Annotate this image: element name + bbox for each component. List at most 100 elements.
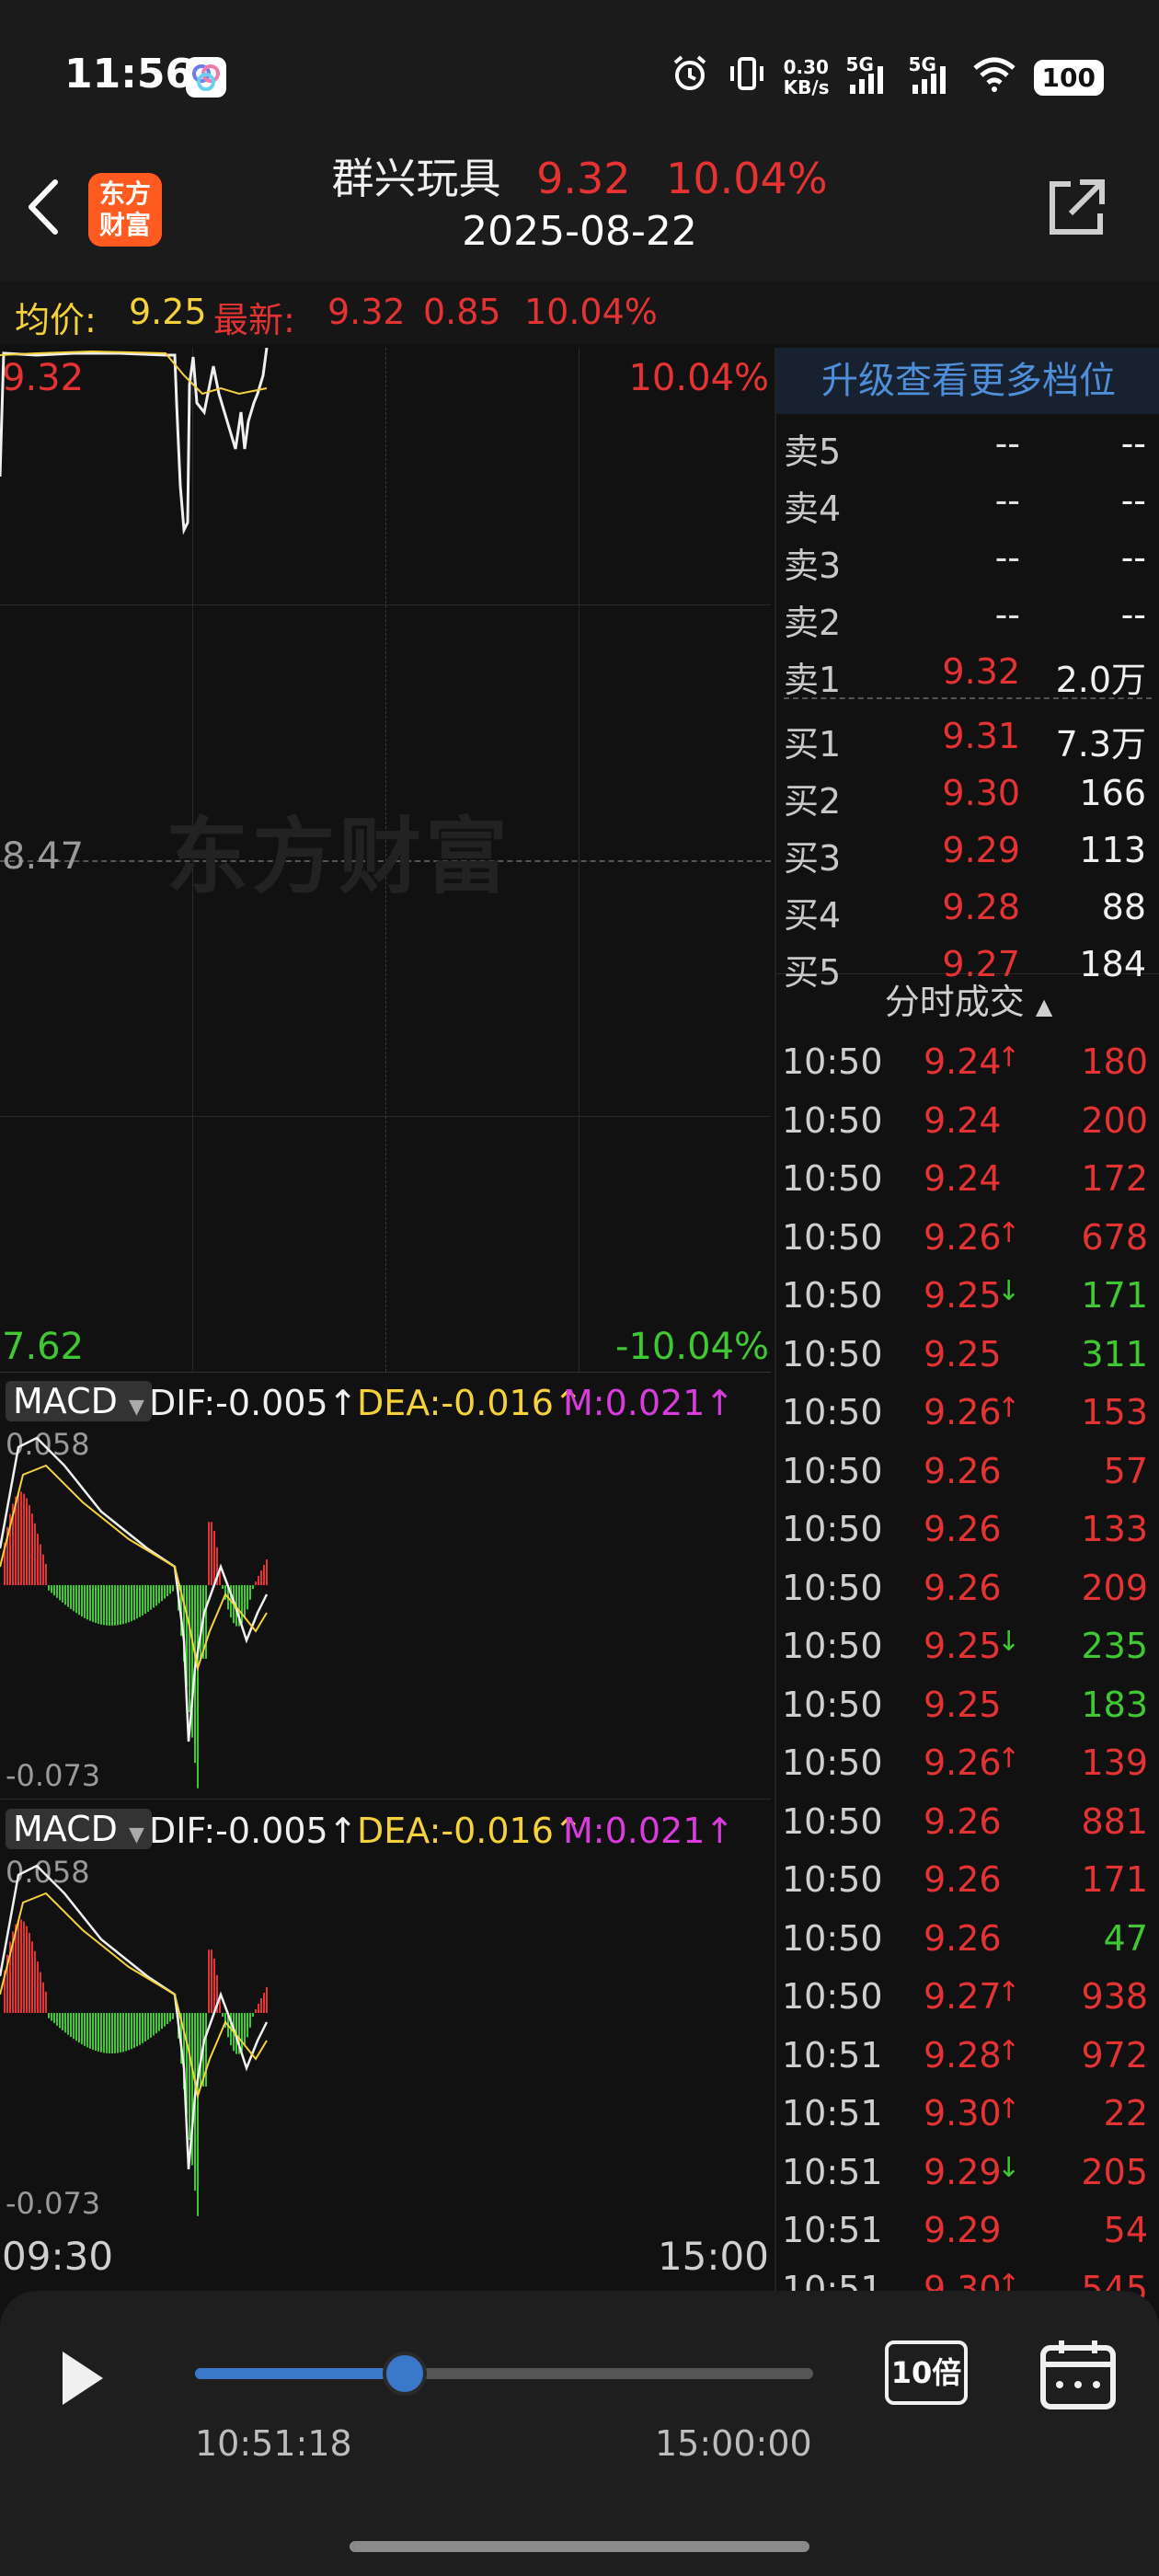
trade-price: 9.26 <box>924 1450 1002 1491</box>
ask-row-4[interactable]: 卖1 9.32 2.0万 <box>776 646 1153 700</box>
play-icon[interactable] <box>55 2346 110 2410</box>
trade-price: 9.24 <box>924 1158 1002 1199</box>
macd-bar <box>86 1585 88 1620</box>
trade-volume: 200 <box>1081 1099 1148 1141</box>
bid-row-3[interactable]: 买4 9.28 88 <box>776 881 1153 936</box>
up-arrow-icon: ↑ <box>997 1392 1021 1424</box>
playback-track[interactable] <box>195 2368 813 2379</box>
chart-panel[interactable]: 东方财富 9.32 10.04% 8.47 7.62 -10.04% MACD … <box>0 348 771 2291</box>
upgrade-more-levels-button[interactable]: 升级查看更多档位 <box>776 348 1159 414</box>
macd-bar <box>109 1585 110 1626</box>
macd-panel-1[interactable]: MACD ▼ DIF:-0.005↑ DEA:-0.016↑ M:0.021↑ … <box>0 1374 771 1800</box>
trade-row[interactable]: 10:51 9.29 ↓ 205 <box>776 2146 1153 2198</box>
macd-bar <box>73 2013 75 2040</box>
speed-button[interactable]: 10倍 <box>885 2340 968 2405</box>
trade-row[interactable]: 10:50 9.24 200 <box>776 1095 1153 1146</box>
trade-volume: 172 <box>1081 1158 1148 1199</box>
trade-row[interactable]: 10:50 9.25 ↓ 235 <box>776 1620 1153 1672</box>
trade-row[interactable]: 10:50 9.26 57 <box>776 1445 1153 1497</box>
trade-price: 9.26 <box>924 1859 1002 1900</box>
macd-bar <box>64 2013 66 2033</box>
playback-current-time: 10:51:18 <box>195 2423 352 2464</box>
macd-bar <box>172 1585 174 1592</box>
ask-price: -- <box>994 594 1020 635</box>
macd-bar <box>53 1585 55 1596</box>
trade-row[interactable]: 10:50 9.26 881 <box>776 1796 1153 1847</box>
trade-row[interactable]: 10:50 9.26 47 <box>776 1913 1153 1964</box>
status-time: 11:56 <box>64 51 194 98</box>
macd-bar <box>211 1522 212 1585</box>
trade-time: 10:51 <box>782 2151 883 2192</box>
trade-row[interactable]: 10:50 9.26 ↑ 139 <box>776 1737 1153 1788</box>
macd-bar <box>258 1576 259 1585</box>
macd-bar <box>208 1522 210 1585</box>
macd-bar <box>53 2013 55 2024</box>
macd-bar <box>89 1585 91 1621</box>
trade-time: 10:50 <box>782 1392 883 1432</box>
bid-label: 买3 <box>784 838 842 879</box>
trade-row[interactable]: 10:50 9.25 ↓ 171 <box>776 1270 1153 1321</box>
playback-thumb[interactable] <box>383 2352 428 2396</box>
stock-date[interactable]: 2025-08-22 <box>0 208 1159 255</box>
trade-time: 10:50 <box>782 1450 883 1491</box>
net-speed-unit: KB/s <box>783 76 830 98</box>
macd-bar <box>144 1585 146 1614</box>
ask-row-3[interactable]: 卖2 -- -- <box>776 589 1153 643</box>
macd-bar <box>166 1585 168 1597</box>
trade-row[interactable]: 10:51 9.28 ↑ 972 <box>776 2030 1153 2081</box>
trade-row[interactable]: 10:50 9.26 ↑ 678 <box>776 1212 1153 1263</box>
dropdown-icon: ▼ <box>129 1823 144 1846</box>
macd-panel-2[interactable]: MACD ▼ DIF:-0.005↑ DEA:-0.016↑ M:0.021↑ … <box>0 1801 771 2230</box>
sort-up-icon: ▲ <box>1035 994 1053 1019</box>
macd-bar <box>213 1958 215 2013</box>
trade-row[interactable]: 10:50 9.24 172 <box>776 1153 1153 1204</box>
macd-bar <box>169 2013 171 2022</box>
down-arrow-icon: ↓ <box>997 1275 1021 1307</box>
trade-price: 9.26 <box>924 1392 1002 1432</box>
macd-bar <box>255 1581 257 1585</box>
macd-bar <box>150 1585 152 1610</box>
macd-bar <box>95 1585 97 1624</box>
trade-row[interactable]: 10:50 9.25 183 <box>776 1679 1153 1731</box>
trade-row[interactable]: 10:51 9.29 54 <box>776 2204 1153 2256</box>
macd-1-selector[interactable]: MACD ▼ <box>6 1381 152 1421</box>
macd-bar <box>23 1493 25 1585</box>
ask-row-2[interactable]: 卖3 -- -- <box>776 532 1153 586</box>
macd-bar <box>23 1921 25 2013</box>
trade-row[interactable]: 10:50 9.26 209 <box>776 1562 1153 1614</box>
share-icon[interactable] <box>1039 171 1113 245</box>
trade-row[interactable]: 10:50 9.26 ↑ 153 <box>776 1386 1153 1438</box>
macd-bar <box>260 1570 262 1585</box>
trade-time: 10:50 <box>782 1567 883 1608</box>
trade-volume: 205 <box>1081 2151 1148 2192</box>
macd-bar <box>98 2013 99 2053</box>
ask-row-0[interactable]: 卖5 -- -- <box>776 418 1153 472</box>
macd-bar <box>17 1920 19 2013</box>
macd-2-header: MACD ▼ DIF:-0.005↑ DEA:-0.016↑ M:0.021↑ <box>0 1801 771 1862</box>
macd-bar <box>263 1565 265 1585</box>
macd-2-dif: DIF:-0.005↑ <box>149 1811 358 1851</box>
bid-row-2[interactable]: 买3 9.29 113 <box>776 824 1153 879</box>
bid-row-0[interactable]: 买1 9.31 7.3万 <box>776 710 1153 765</box>
trade-row[interactable]: 10:50 9.26 171 <box>776 1854 1153 1905</box>
home-indicator[interactable] <box>350 2541 809 2552</box>
trade-row[interactable]: 10:50 9.25 311 <box>776 1328 1153 1380</box>
up-arrow-icon: ↑ <box>997 2034 1021 2067</box>
macd-bar <box>95 2013 97 2052</box>
macd-2-selector[interactable]: MACD ▼ <box>6 1809 152 1849</box>
macd-bar <box>249 1585 251 1600</box>
trade-row[interactable]: 10:50 9.26 133 <box>776 1503 1153 1555</box>
ask-row-1[interactable]: 卖4 -- -- <box>776 475 1153 529</box>
trade-row[interactable]: 10:50 9.27 ↑ 938 <box>776 1971 1153 2022</box>
macd-bar <box>17 1492 19 1585</box>
macd-bar <box>103 1585 105 1626</box>
macd-bar <box>247 2013 248 2038</box>
bid-row-1[interactable]: 买2 9.30 166 <box>776 767 1153 822</box>
trade-row[interactable]: 10:50 9.24 ↑ 180 <box>776 1036 1153 1087</box>
bid-row-4[interactable]: 买5 9.27 184 <box>776 938 1153 993</box>
trade-row[interactable]: 10:51 9.30 ↑ 22 <box>776 2087 1153 2139</box>
macd-bar <box>131 1585 132 1622</box>
calendar-icon[interactable] <box>1039 2337 1117 2410</box>
trade-volume: 54 <box>1103 2210 1148 2250</box>
latest-value: 9.32 <box>327 292 406 332</box>
